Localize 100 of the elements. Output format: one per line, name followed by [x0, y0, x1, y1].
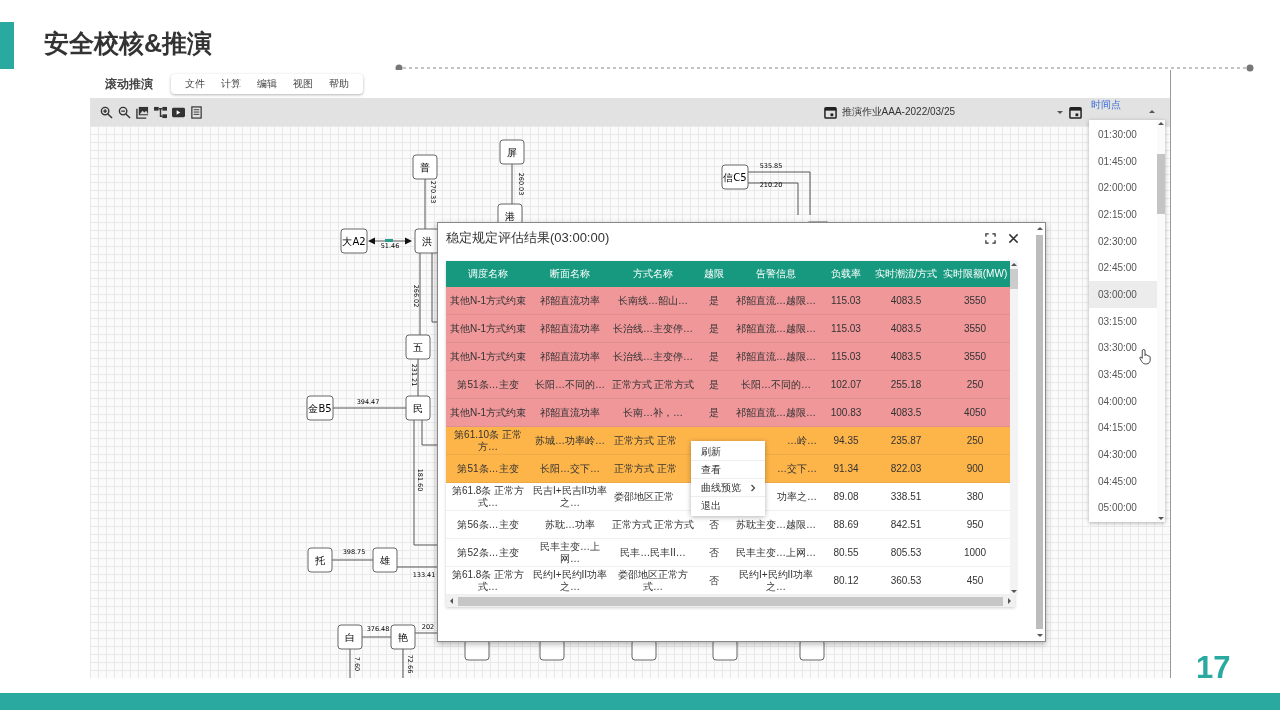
image-icon[interactable] — [136, 105, 149, 119]
station-node[interactable]: 艳 — [390, 624, 416, 650]
station-node[interactable]: 屏 — [499, 139, 525, 165]
table-cell-text: 第61.8条 正常方式… — [450, 485, 526, 508]
time-option[interactable]: 04:00:00 — [1089, 387, 1157, 415]
calendar-icon[interactable] — [1069, 105, 1082, 119]
context-menu-item[interactable]: 退出 — [691, 497, 765, 514]
time-option[interactable]: 04:30:00 — [1089, 441, 1157, 468]
zoom-in-icon[interactable] — [100, 105, 113, 119]
app-title: 滚动推演 — [105, 75, 153, 93]
connector-line — [511, 163, 513, 205]
column-header: 实时限额(MW) — [941, 267, 1009, 281]
table-cell-text: 民丰主变…上网… — [539, 541, 601, 564]
close-icon[interactable] — [1008, 232, 1019, 244]
column-header: 断面名称 — [549, 267, 591, 281]
scroll-thumb[interactable] — [1036, 235, 1043, 629]
scroll-down-icon[interactable] — [1157, 514, 1165, 522]
play-icon[interactable] — [172, 105, 185, 119]
menu-item[interactable]: 编辑 — [249, 77, 285, 91]
station-node[interactable]: 五 — [405, 334, 431, 360]
table-cell-text: 正常方式 正常 — [613, 434, 678, 447]
menu-item[interactable]: 帮助 — [321, 77, 357, 91]
scroll-right-icon[interactable] — [1005, 597, 1013, 605]
table-cell-text: …交下… — [776, 462, 818, 475]
fullscreen-icon[interactable] — [985, 232, 996, 244]
connector-line — [424, 178, 426, 230]
station-node[interactable]: 信C5 — [721, 164, 749, 190]
table-cell-text: 4083.5 — [889, 322, 923, 335]
context-menu-item[interactable]: 查看 — [691, 461, 765, 479]
table-cell-text: 其他N-1方式约束 — [448, 294, 528, 307]
menu-item[interactable]: 视图 — [285, 77, 321, 91]
time-option[interactable]: 04:15:00 — [1089, 414, 1157, 442]
scroll-thumb[interactable] — [458, 596, 1003, 606]
table-row[interactable]: 其他N-1方式约束 祁韶直流功率 长治线…主变停… 是 祁韶直流…越限… 115.03 4083.5 3550 — [446, 343, 1010, 371]
scroll-down-icon[interactable] — [1010, 587, 1018, 595]
time-option[interactable]: 02:45:00 — [1089, 254, 1157, 282]
table-cell-text: 115.03 — [830, 322, 862, 335]
horizontal-scrollbar[interactable] — [446, 595, 1015, 607]
connector-line — [414, 632, 438, 634]
menu-item[interactable]: 文件 — [177, 77, 213, 91]
station-node[interactable]: 大A2 — [340, 228, 368, 254]
document-icon[interactable] — [190, 105, 203, 119]
table-row[interactable]: 第56条…主变 苏耽…功率 正常方式 正常方式 否 苏耽主变…越限… 88.69 842.51 950 — [446, 511, 1010, 539]
table-row[interactable]: 第51条…主变 长阳…不同的… 正常方式 正常方式 是 长阳…不同的… 102.07 255.18 250 — [446, 371, 1010, 399]
station-node[interactable]: 民 — [405, 395, 431, 421]
tree-icon[interactable] — [154, 105, 167, 119]
context-menu-item[interactable]: 刷新 — [691, 443, 765, 461]
table-cell-text: 正常方式 正常 — [613, 462, 678, 475]
station-node[interactable]: 普 — [412, 154, 438, 180]
table-row[interactable]: 其他N-1方式约束 祁韶直流功率 长南线…韶山… 是 祁韶直流…越限… 115.03 4083.5 3550 — [446, 287, 1010, 315]
time-option[interactable]: 03:45:00 — [1089, 361, 1157, 388]
scroll-down-icon[interactable] — [1035, 631, 1044, 639]
table-scrollbar[interactable] — [1010, 261, 1018, 595]
time-option[interactable]: 01:45:00 — [1089, 147, 1157, 175]
station-node[interactable]: 金B5 — [306, 395, 334, 421]
table-cell-text: 祁韶直流…越限… — [735, 406, 817, 419]
table-cell-text: 250 — [965, 378, 985, 391]
connector-line — [431, 252, 438, 323]
dialog-scrollbar[interactable] — [1035, 225, 1044, 639]
scroll-up-icon[interactable] — [1157, 120, 1165, 128]
table-row[interactable]: 其他N-1方式约束 祁韶直流功率 长治线…主变停… 是 祁韶直流…越限… 115.03 4083.5 3550 — [446, 315, 1010, 343]
time-option[interactable]: 02:00:00 — [1089, 174, 1157, 202]
time-option[interactable]: 03:15:00 — [1089, 307, 1157, 335]
station-node[interactable]: 雄 — [372, 547, 398, 573]
scroll-thumb[interactable] — [1010, 269, 1018, 289]
scroll-left-icon[interactable] — [448, 597, 456, 605]
table-cell-text: 苏城…功率岭… — [534, 434, 606, 447]
job-selector[interactable]: 推演作业AAA-2022/03/25 — [841, 105, 955, 119]
time-option[interactable]: 01:30:00 — [1089, 121, 1157, 148]
time-option[interactable]: 05:00:00 — [1089, 494, 1157, 522]
time-option[interactable]: 03:30:00 — [1089, 334, 1157, 362]
dialog-title: 稳定规定评估结果(03:00:00) — [446, 229, 611, 247]
table-row[interactable]: 其他N-1方式约束 祁韶直流功率 长南…补，… 是 祁韶直流…越限… 100.83 4083.5 4050 — [446, 399, 1010, 427]
dropdown-caret-icon[interactable] — [1056, 108, 1064, 116]
table-cell-text: 否 — [708, 546, 720, 559]
zoom-out-icon[interactable] — [118, 105, 131, 119]
station-node[interactable]: 洪 — [414, 228, 440, 254]
scroll-thumb[interactable] — [1157, 154, 1165, 214]
time-option[interactable]: 03:00:00 — [1089, 281, 1157, 308]
table-row[interactable]: 第61.8条 正常方式… 民约I+民约II功率之… 娄邵地区正常方式… 否 民约I+民约II功率之… 80.12 360.53 450 — [446, 567, 1010, 595]
time-option[interactable]: 02:30:00 — [1089, 227, 1157, 255]
column-header: 负载率 — [830, 267, 862, 281]
station-node[interactable]: 托 — [307, 547, 333, 573]
station-node[interactable]: 白 — [337, 624, 363, 650]
table-cell-text: 115.03 — [830, 294, 862, 307]
time-option[interactable]: 02:15:00 — [1089, 201, 1157, 228]
scroll-up-icon[interactable] — [1035, 225, 1044, 233]
time-option[interactable]: 04:45:00 — [1089, 467, 1157, 495]
list-scrollbar[interactable] — [1157, 120, 1165, 522]
table-row[interactable]: 第52条…主变 民丰主变…上网… 民丰…民丰II… 否 民丰主变…上网… 80.55 805.53 1000 — [446, 539, 1010, 567]
accent-bar — [0, 22, 14, 69]
calendar-icon[interactable] — [823, 105, 837, 119]
table-cell-text: 祁韶直流功率 — [539, 350, 601, 363]
menu-item[interactable]: 计算 — [213, 77, 249, 91]
table-cell-text: 娄邵地区正常 — [613, 490, 675, 503]
collapse-caret-icon[interactable] — [1148, 108, 1156, 116]
context-menu-item[interactable]: 曲线预览 — [691, 479, 765, 497]
table-cell-text: 805.53 — [889, 546, 923, 559]
table-cell-text: 1000 — [962, 546, 988, 559]
table-cell-text: 91.34 — [832, 462, 860, 475]
